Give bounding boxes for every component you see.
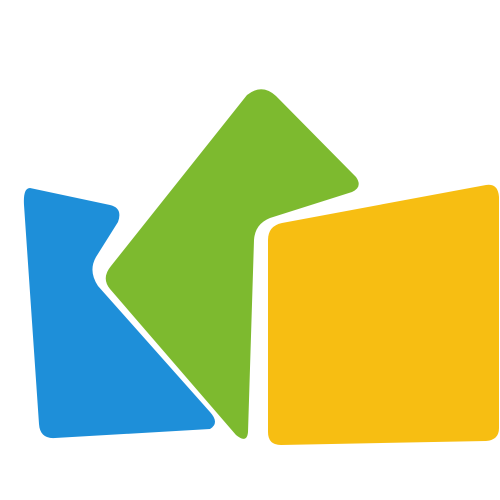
yellow-tile bbox=[268, 184, 499, 445]
logo-canvas bbox=[0, 0, 500, 500]
logo-icon bbox=[23, 89, 499, 445]
